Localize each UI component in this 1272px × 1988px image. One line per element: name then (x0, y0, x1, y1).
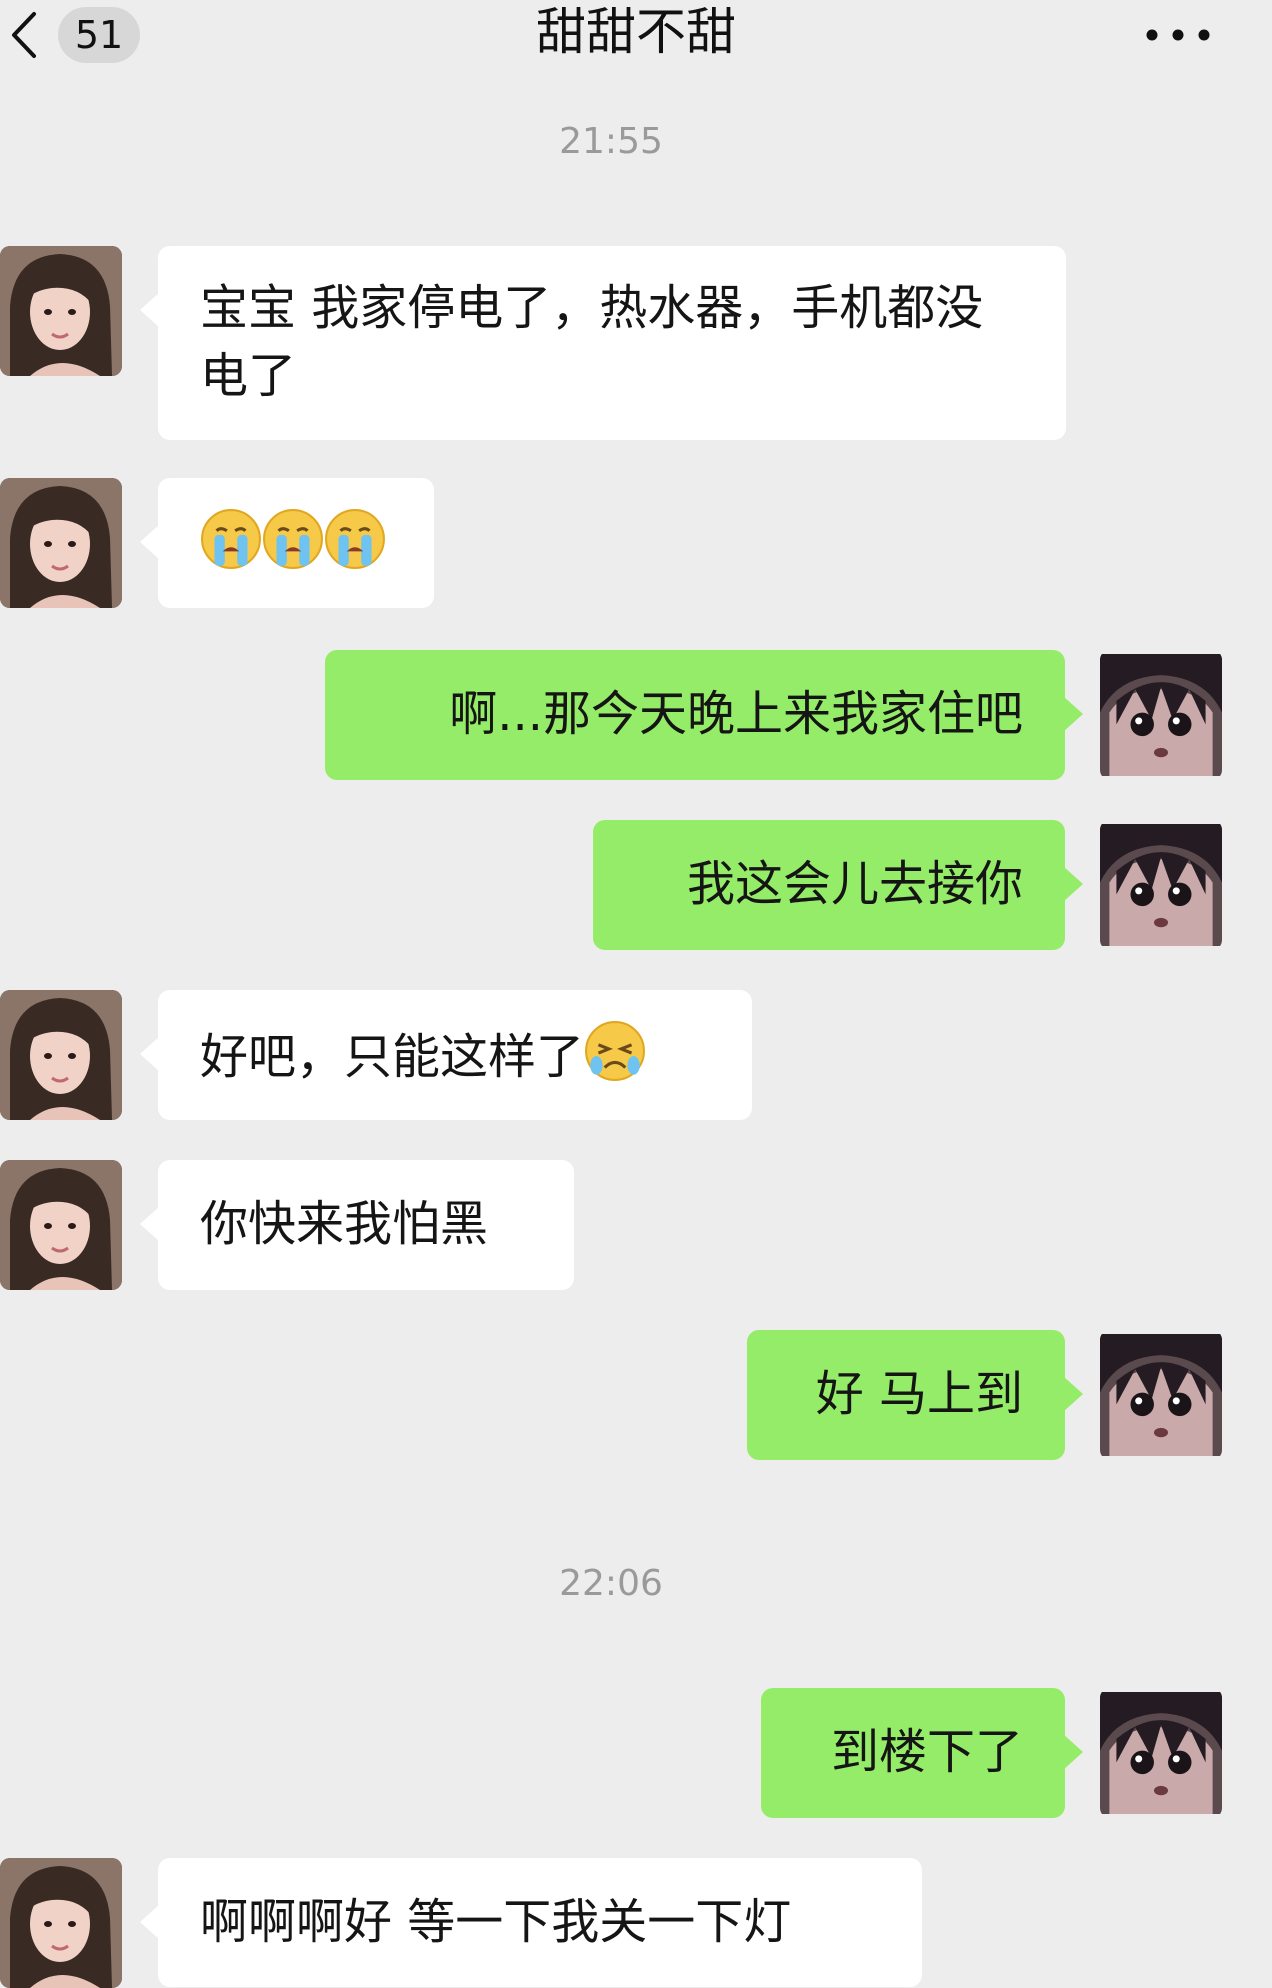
contact-avatar-image (0, 478, 122, 608)
more-options-button[interactable] (1142, 20, 1214, 50)
my-avatar-image (1100, 820, 1222, 950)
message-timestamp: 21:55 (559, 121, 663, 162)
message-text: 宝宝 我家停电了，热水器，手机都没电了 (200, 280, 984, 404)
message-text: 啊啊啊好 等一下我关一下灯 (200, 1894, 792, 1950)
my-avatar[interactable] (1100, 1330, 1222, 1460)
ellipsis-icon (1146, 29, 1210, 41)
incoming-message-bubble[interactable] (140, 478, 434, 608)
outgoing-message-bubble[interactable]: 到楼下了 (761, 1688, 1083, 1818)
message-text: 我这会儿去接你 (686, 856, 1023, 912)
contact-avatar[interactable] (0, 1858, 122, 1988)
my-avatar[interactable] (1100, 1688, 1222, 1818)
message-text: 啊...那今天晚上来我家住吧 (449, 686, 1023, 742)
my-avatar[interactable] (1100, 650, 1222, 780)
loudly-crying-face-emoji (262, 508, 324, 588)
message-text: 你快来我怕黑 (200, 1196, 489, 1252)
message-text: 好吧，只能这样了 (200, 1029, 585, 1085)
message-timestamp: 22:06 (559, 1563, 663, 1604)
incoming-message-bubble[interactable]: 好吧，只能这样了 (140, 990, 752, 1120)
contact-avatar[interactable] (0, 990, 122, 1120)
chevron-left-icon (12, 12, 36, 58)
incoming-message-bubble[interactable]: 宝宝 我家停电了，热水器，手机都没电了 (140, 246, 1066, 440)
contact-avatar[interactable] (0, 1160, 122, 1290)
outgoing-message-bubble[interactable]: 啊...那今天晚上来我家住吧 (325, 650, 1083, 780)
my-avatar[interactable] (1100, 820, 1222, 950)
loudly-crying-face-emoji (200, 508, 262, 588)
back-button[interactable] (4, 8, 44, 62)
outgoing-message-bubble[interactable]: 好 马上到 (747, 1330, 1083, 1460)
unread-count-badge[interactable]: 51 (58, 7, 140, 63)
message-text: 到楼下了 (830, 1724, 1023, 1780)
crying-face-emoji (584, 1020, 646, 1100)
contact-avatar-image (0, 1160, 122, 1290)
contact-avatar[interactable] (0, 246, 122, 376)
chat-title: 甜甜不甜 (536, 3, 736, 61)
incoming-message-bubble[interactable]: 啊啊啊好 等一下我关一下灯 (140, 1858, 922, 1987)
contact-avatar-image (0, 990, 122, 1120)
outgoing-message-bubble[interactable]: 我这会儿去接你 (593, 820, 1083, 950)
my-avatar-image (1100, 1330, 1222, 1460)
contact-avatar-image (0, 1858, 122, 1988)
loudly-crying-face-emoji (324, 508, 386, 588)
chat-header: 51 甜甜不甜 (0, 0, 1272, 70)
message-text: 好 马上到 (815, 1366, 1023, 1422)
contact-avatar[interactable] (0, 478, 122, 608)
my-avatar-image (1100, 1688, 1222, 1818)
my-avatar-image (1100, 650, 1222, 780)
contact-avatar-image (0, 246, 122, 376)
incoming-message-bubble[interactable]: 你快来我怕黑 (140, 1160, 574, 1290)
